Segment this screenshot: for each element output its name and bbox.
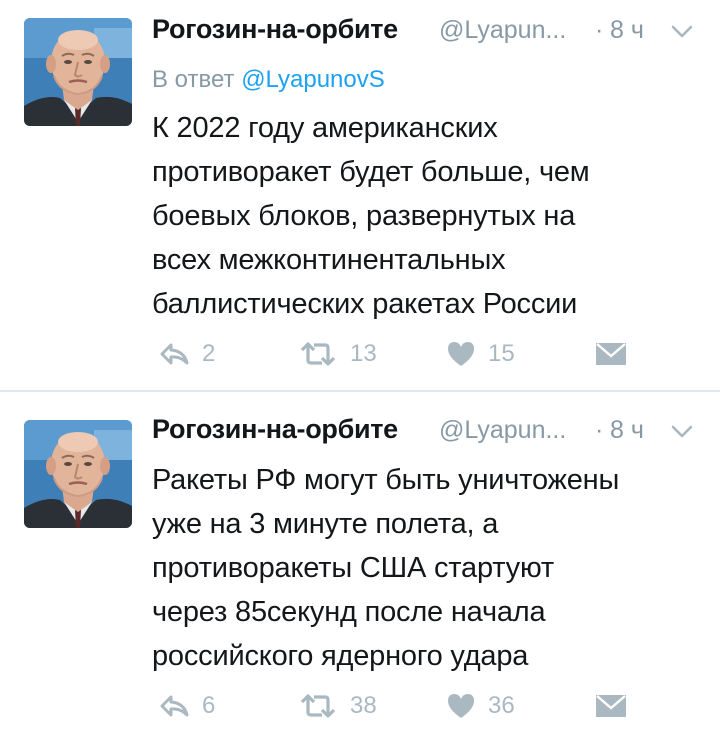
heart-icon — [446, 340, 476, 368]
reply-button[interactable]: 6 — [158, 688, 215, 724]
reply-handle-link[interactable]: @LyapunovS — [241, 66, 385, 93]
retweet-icon — [298, 692, 338, 720]
tweet-header: Рогозин-на-орбите @Lyapun... · 8 ч — [152, 414, 700, 450]
timestamp[interactable]: 8 ч — [610, 416, 644, 445]
chevron-down-icon[interactable] — [670, 22, 694, 42]
reply-context: В ответ @LyapunovS — [152, 66, 385, 94]
retweet-count: 13 — [350, 340, 377, 367]
reply-button[interactable]: 2 — [158, 336, 215, 372]
like-button[interactable]: 15 — [446, 336, 515, 372]
envelope-icon — [594, 693, 628, 719]
chevron-down-icon[interactable] — [670, 422, 694, 442]
timestamp[interactable]: 8 ч — [610, 16, 644, 45]
retweet-button[interactable]: 38 — [298, 688, 377, 724]
separator-dot: · — [595, 16, 604, 44]
envelope-icon — [594, 341, 628, 367]
reply-icon — [158, 340, 190, 368]
tweet-text: Ракеты РФ могут быть уничтожены уже на 3… — [152, 464, 620, 672]
avatar[interactable] — [24, 420, 132, 528]
avatar[interactable] — [24, 18, 132, 126]
heart-icon — [446, 692, 476, 720]
tweet-header: Рогозин-на-орбите @Lyapun... · 8 ч — [152, 14, 700, 50]
tweet-actions: 6 38 36 — [152, 688, 632, 724]
display-name[interactable]: Рогозин-на-орбите — [152, 14, 398, 45]
like-button[interactable]: 36 — [446, 688, 515, 724]
display-name[interactable]: Рогозин-на-орбите — [152, 414, 398, 445]
tweet-text: К 2022 году американских противоракет бу… — [152, 112, 590, 320]
separator-dot: · — [595, 416, 604, 444]
like-count: 36 — [488, 692, 515, 719]
user-handle[interactable]: @Lyapun... — [439, 416, 587, 445]
tweet-actions: 2 13 15 — [152, 336, 632, 372]
user-handle[interactable]: @Lyapun... — [439, 16, 587, 45]
tweet[interactable]: Рогозин-на-орбите @Lyapun... · 8 ч В отв… — [0, 0, 720, 390]
reply-icon — [158, 692, 190, 720]
reply-prefix: В ответ — [152, 66, 235, 93]
retweet-icon — [298, 340, 338, 368]
reply-count: 2 — [202, 340, 216, 367]
retweet-button[interactable]: 13 — [298, 336, 377, 372]
tweet[interactable]: Рогозин-на-орбите @Lyapun... · 8 ч Ракет… — [0, 392, 720, 736]
direct-message-button[interactable] — [594, 688, 628, 724]
reply-count: 6 — [202, 692, 216, 719]
like-count: 15 — [488, 340, 515, 367]
retweet-count: 38 — [350, 692, 377, 719]
direct-message-button[interactable] — [594, 336, 628, 372]
